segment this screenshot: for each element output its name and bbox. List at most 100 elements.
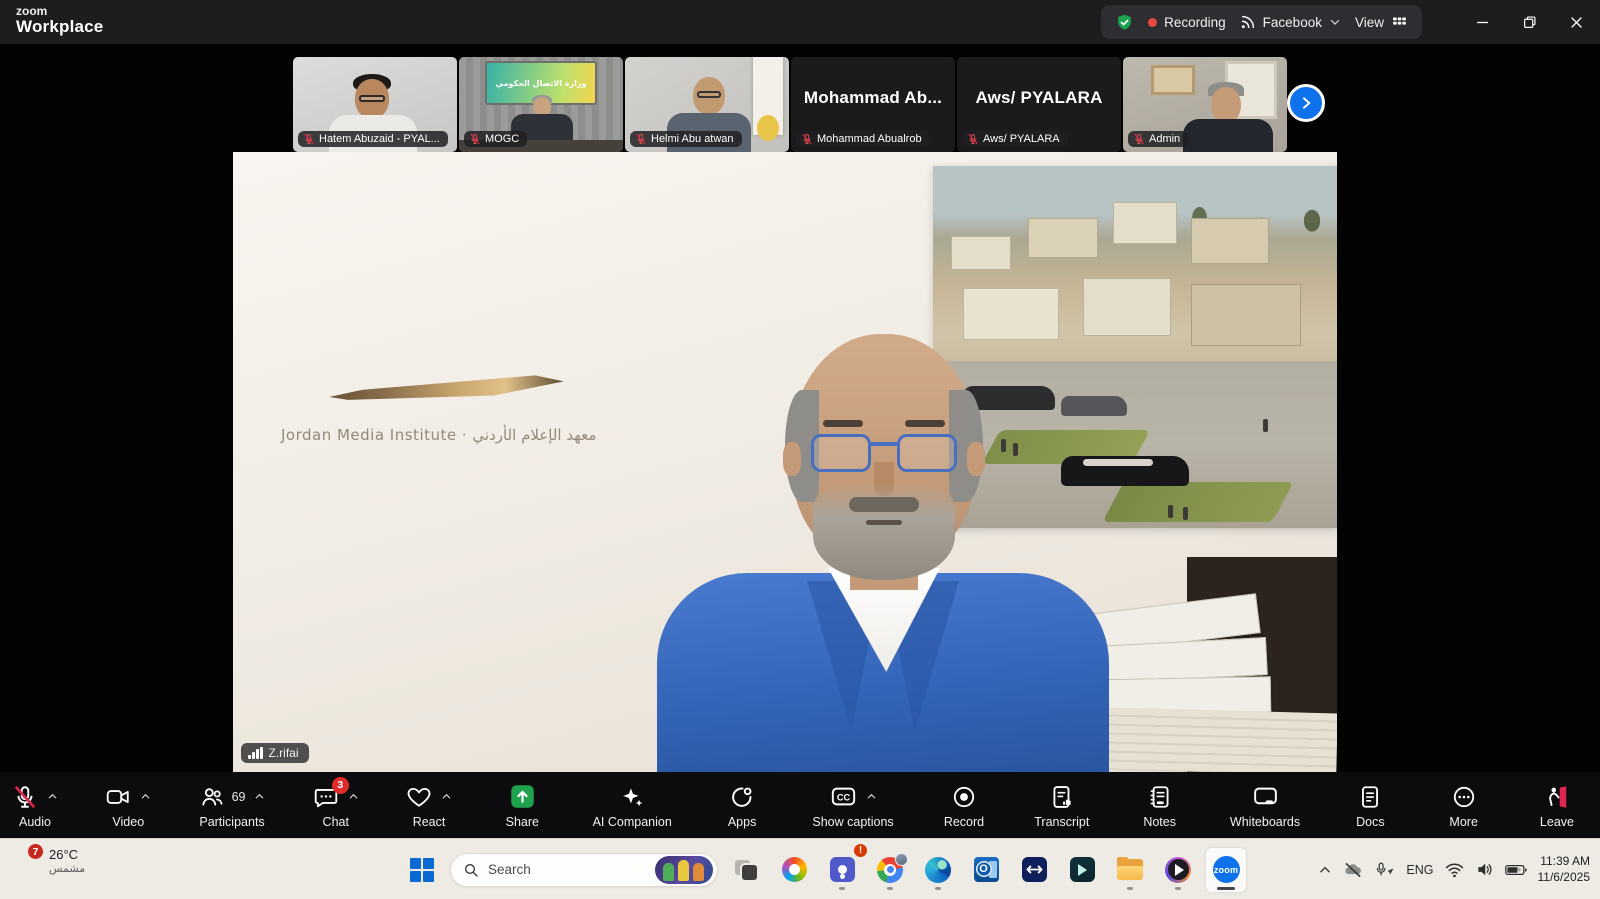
document-icon [1357,784,1383,810]
security-shield-icon[interactable] [1115,13,1134,32]
ai-companion-button[interactable]: AI Companion [593,782,672,829]
copilot-button[interactable] [774,848,814,892]
teams-button[interactable]: ! [822,848,862,892]
participant-name-pill: Aws/ PYALARA [962,131,1068,147]
docs-button[interactable]: Docs [1347,782,1393,829]
participant-tile-admin[interactable]: Admin [1123,57,1287,152]
mic-muted-icon [1133,133,1145,145]
edge-button[interactable] [918,848,958,892]
chevron-down-icon [1329,16,1341,28]
participant-name: MOGC [485,133,519,145]
show-captions-button[interactable]: CC Show captions [812,782,893,829]
audio-options-chevron-icon[interactable] [47,791,58,802]
chat-button[interactable]: 3 Chat [313,782,359,829]
task-view-button[interactable] [726,848,766,892]
ai-sparkle-icon [619,784,645,810]
participants-options-chevron-icon[interactable] [254,791,265,802]
view-grid-icon [1391,14,1408,31]
whiteboard-icon [1252,783,1279,810]
weather-condition: مشمس [49,862,85,875]
taskbar-center: Search ! [402,839,1246,899]
search-highlight-image[interactable] [655,856,713,884]
participant-tile-mohammad[interactable]: Mohammad Ab... Mohammad Abualrob [791,57,955,152]
taskbar-clock[interactable]: 11:39 AM 11/6/2025 [1538,854,1591,885]
mic-muted-icon [967,133,979,145]
maximize-button[interactable] [1506,0,1553,44]
meeting-stage: Hatem Abuzaid - PYAL... وزارة الاتصال ال… [0,44,1600,772]
chat-options-chevron-icon[interactable] [348,791,359,802]
transcript-button[interactable]: Transcript [1034,782,1089,829]
broadcast-icon [1240,14,1256,30]
video-options-chevron-icon[interactable] [140,791,151,802]
media-player-button[interactable] [1158,848,1198,892]
battery-charging-icon[interactable] [1505,863,1527,877]
mogc-screen-text: وزارة الاتصال الحكومي [496,79,587,88]
weather-widget[interactable]: 7 26°C مشمس [10,846,85,876]
mic-in-use-icon[interactable] [1374,861,1395,879]
chrome-profile-avatar [895,853,908,866]
participant-name-pill: Hatem Abuzaid - PYAL... [298,131,448,147]
participant-tile-helmi[interactable]: Helmi Abu atwan [625,57,789,152]
zoom-app-button[interactable]: zoom [1206,848,1246,892]
live-stream-menu[interactable]: Facebook [1240,14,1341,30]
language-indicator[interactable]: ENG [1406,863,1433,877]
view-menu-button[interactable]: View [1355,14,1408,31]
captions-options-chevron-icon[interactable] [866,791,877,802]
mic-muted-icon [801,133,813,145]
recording-indicator[interactable]: Recording [1148,15,1226,30]
zoom-app-icon: zoom [1213,856,1240,883]
search-placeholder: Search [488,862,646,877]
clock-time: 11:39 AM [1538,854,1591,870]
teams-alert-badge: ! [853,843,868,858]
react-options-chevron-icon[interactable] [441,791,452,802]
media-player-icon [1165,857,1191,883]
teamviewer-button[interactable] [1014,848,1054,892]
minimize-button[interactable] [1459,0,1506,44]
outlook-button[interactable] [966,848,1006,892]
onedrive-paused-icon[interactable] [1343,860,1363,880]
leave-meeting-icon [1544,784,1570,810]
more-button[interactable]: More [1441,782,1487,829]
clock-date: 11/6/2025 [1538,870,1591,886]
teams-icon [830,857,855,882]
filmstrip-next-page-button[interactable] [1287,84,1325,122]
participant-tile-mogc[interactable]: وزارة الاتصال الحكومي MOGC [459,57,623,152]
zoom-workplace-logo: zoom Workplace [16,5,103,35]
share-screen-button[interactable]: Share [499,782,545,829]
record-button[interactable]: Record [941,782,987,829]
close-button[interactable] [1553,0,1600,44]
heart-icon [406,784,432,810]
video-button[interactable]: Video [105,782,151,829]
file-explorer-button[interactable] [1110,848,1150,892]
taskbar-search[interactable]: Search [450,853,718,887]
video-camera-icon [105,784,131,810]
audio-button[interactable]: Audio [12,782,58,829]
speaker-name-tag: Z.rifai [241,743,309,763]
notes-button[interactable]: Notes [1137,782,1183,829]
volume-icon[interactable] [1475,861,1494,878]
meeting-toolbar: Audio Video 69 Participants 3 [0,772,1600,838]
hidden-icons-chevron-icon[interactable] [1318,863,1332,877]
mic-muted-icon [12,784,38,810]
zoom-meeting-window: zoom Workplace Recording Facebook View [0,0,1600,899]
weather-temperature: 26°C [49,847,85,862]
start-button[interactable] [402,848,442,892]
recording-dot-icon [1148,18,1157,27]
participant-tile-aws[interactable]: Aws/ PYALARA Aws/ PYALARA [957,57,1121,152]
participants-button[interactable]: 69 Participants [199,782,266,829]
react-button[interactable]: React [406,782,452,829]
search-icon [463,862,479,878]
leave-button[interactable]: Leave [1534,782,1580,829]
window-titlebar: zoom Workplace Recording Facebook View [0,0,1600,44]
filmora-button[interactable] [1062,848,1102,892]
reed-pen-logo-icon [329,374,565,404]
window-controls [1459,0,1600,44]
active-speaker-video[interactable]: Jordan Media Institute · معهد الإعلام ال… [233,152,1337,772]
participants-count: 69 [232,790,246,804]
system-tray: ENG 11:39 AM 11/6/2025 [1318,839,1590,899]
wifi-icon[interactable] [1445,862,1464,878]
whiteboards-button[interactable]: Whiteboards [1230,782,1300,829]
participant-tile-hatem[interactable]: Hatem Abuzaid - PYAL... [293,57,457,152]
chrome-button[interactable] [870,848,910,892]
apps-button[interactable]: Apps [719,782,765,829]
